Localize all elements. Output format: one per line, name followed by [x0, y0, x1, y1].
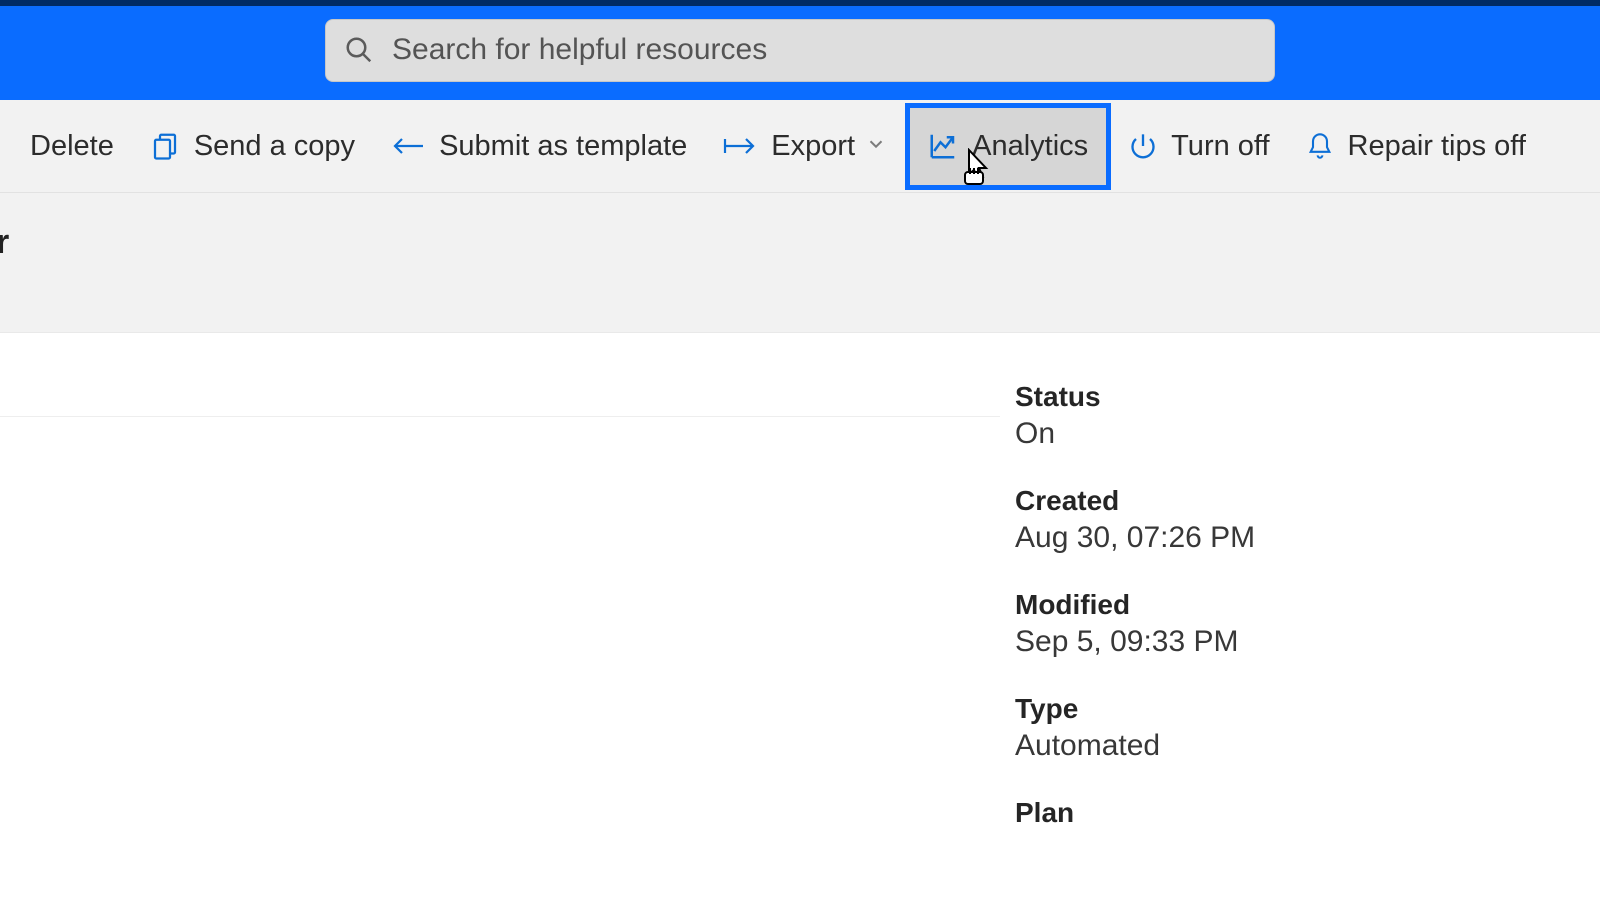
- send-copy-button[interactable]: Send a copy: [132, 114, 373, 179]
- search-icon: [344, 35, 374, 65]
- page-title-fragment: r: [0, 223, 9, 262]
- status-field: Status On: [1015, 381, 1600, 451]
- arrow-left-icon: [391, 135, 425, 157]
- search-box[interactable]: [325, 19, 1275, 82]
- send-copy-label: Send a copy: [194, 130, 355, 163]
- details-column: Status On Created Aug 30, 07:26 PM Modif…: [1015, 381, 1600, 829]
- modified-label: Modified: [1015, 589, 1600, 621]
- analytics-icon: [928, 131, 958, 161]
- turn-off-label: Turn off: [1171, 130, 1269, 163]
- turn-off-button[interactable]: Turn off: [1111, 114, 1287, 179]
- bell-icon: [1306, 131, 1334, 161]
- submit-template-label: Submit as template: [439, 130, 687, 163]
- plan-field: Plan: [1015, 797, 1600, 829]
- status-value: On: [1015, 417, 1600, 451]
- modified-value: Sep 5, 09:33 PM: [1015, 625, 1600, 659]
- type-label: Type: [1015, 693, 1600, 725]
- command-bar: Delete Send a copy Submit as template: [0, 100, 1600, 193]
- created-field: Created Aug 30, 07:26 PM: [1015, 485, 1600, 555]
- power-icon: [1129, 132, 1157, 160]
- export-icon: [723, 135, 757, 157]
- plan-label: Plan: [1015, 797, 1600, 829]
- repair-tips-off-button[interactable]: Repair tips off: [1288, 114, 1544, 179]
- export-button[interactable]: Export: [705, 114, 905, 179]
- type-value: Automated: [1015, 729, 1600, 763]
- analytics-button[interactable]: Analytics: [905, 103, 1111, 190]
- copy-icon: [150, 131, 180, 161]
- export-label: Export: [771, 130, 855, 163]
- modified-field: Modified Sep 5, 09:33 PM: [1015, 589, 1600, 659]
- delete-label: Delete: [30, 130, 114, 163]
- app-header: [0, 0, 1600, 100]
- created-label: Created: [1015, 485, 1600, 517]
- submit-template-button[interactable]: Submit as template: [373, 114, 705, 179]
- subheader-region: r: [0, 193, 1600, 333]
- delete-button[interactable]: Delete: [12, 114, 132, 179]
- chevron-down-icon: [865, 130, 887, 163]
- type-field: Type Automated: [1015, 693, 1600, 763]
- repair-tips-off-label: Repair tips off: [1348, 130, 1526, 163]
- analytics-label: Analytics: [972, 130, 1088, 163]
- status-label: Status: [1015, 381, 1600, 413]
- content-region: Status On Created Aug 30, 07:26 PM Modif…: [0, 333, 1600, 829]
- created-value: Aug 30, 07:26 PM: [1015, 521, 1600, 555]
- divider: [0, 416, 1000, 417]
- search-input[interactable]: [392, 33, 1256, 67]
